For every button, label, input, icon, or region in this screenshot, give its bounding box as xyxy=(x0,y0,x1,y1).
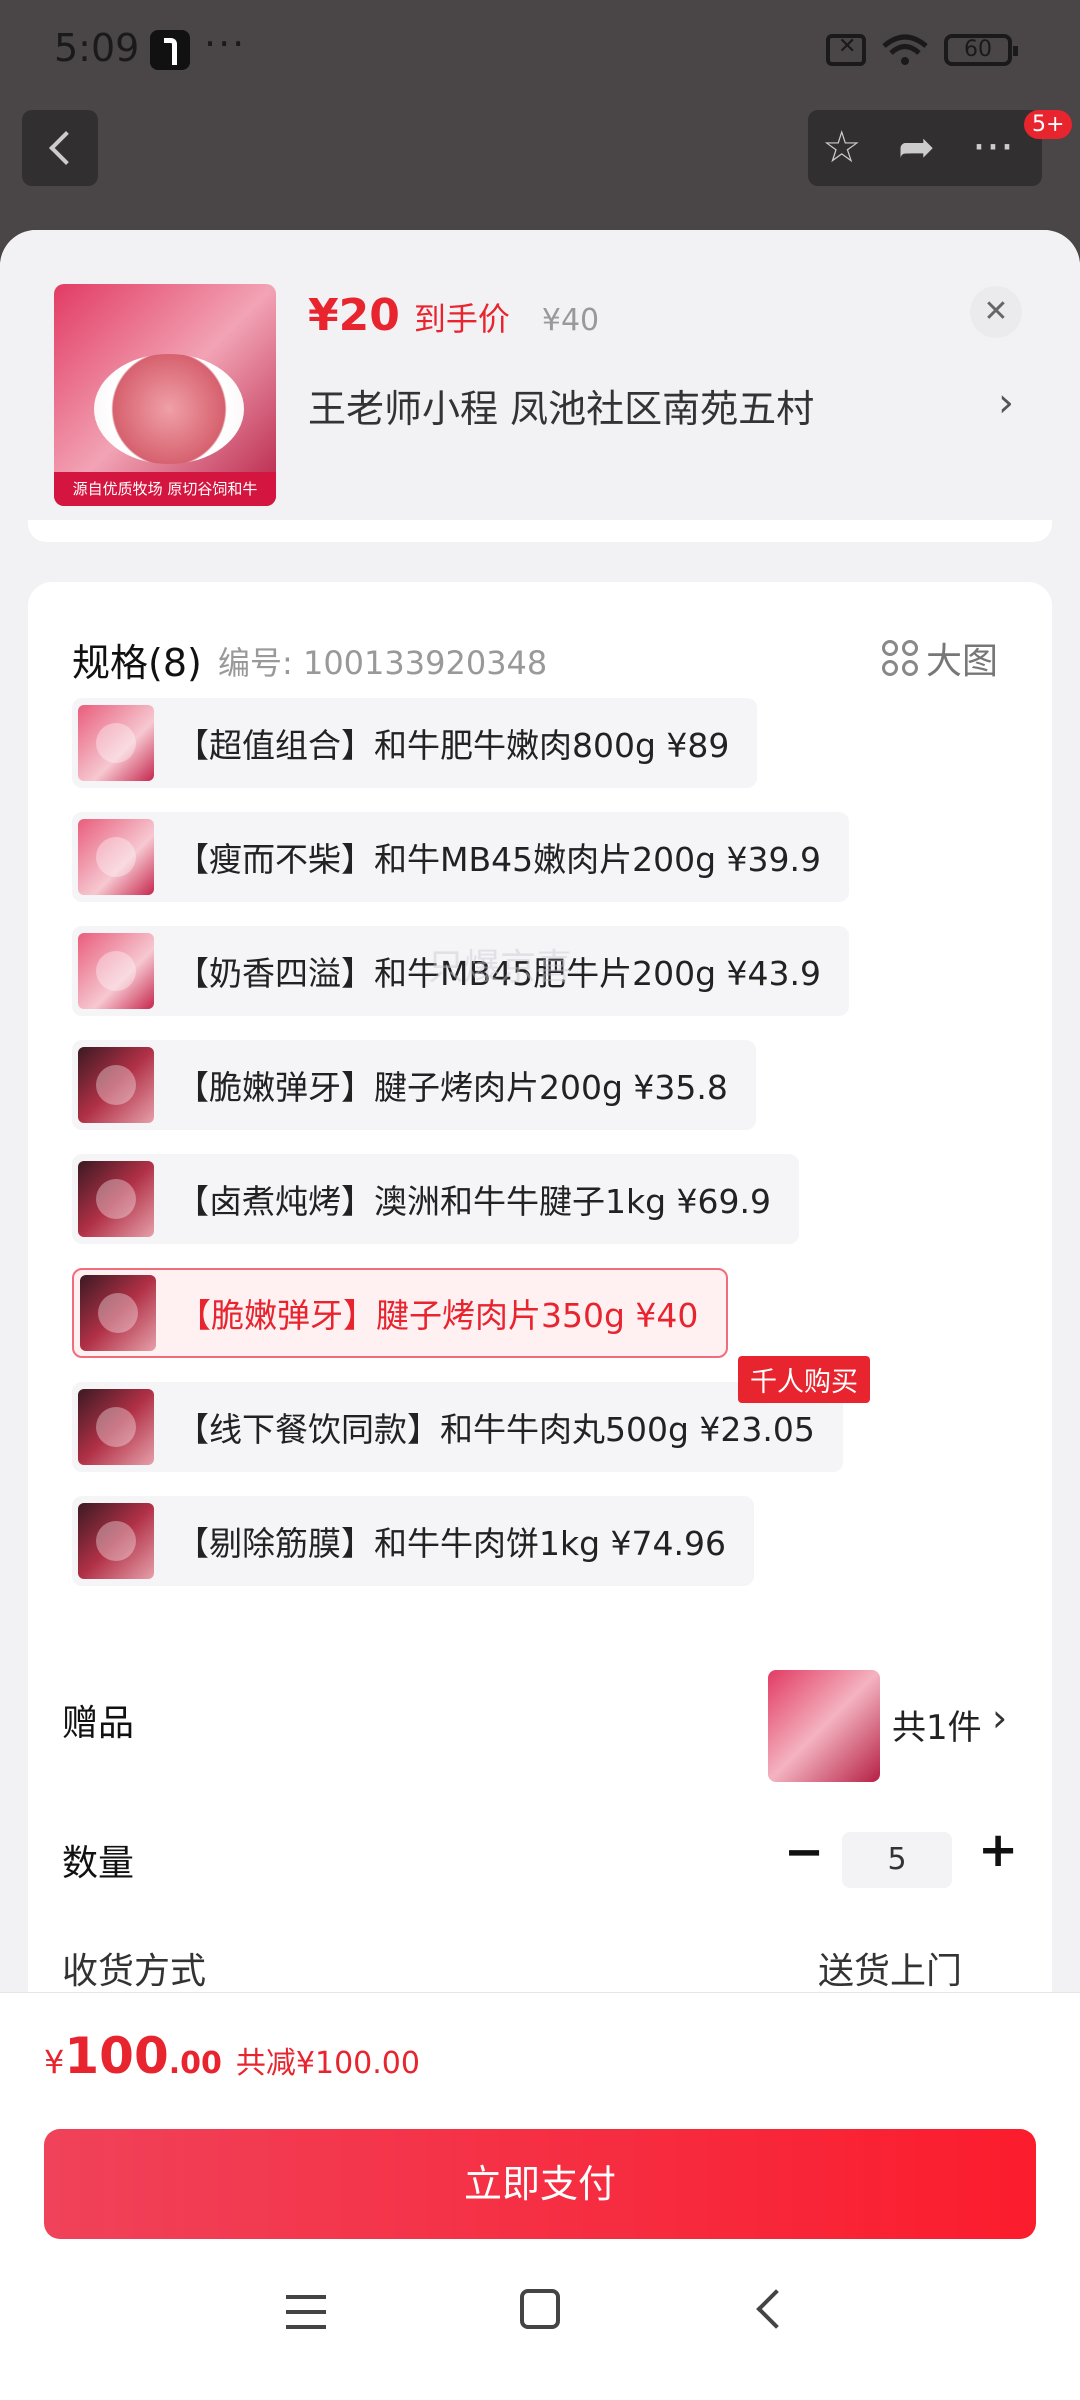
final-price-label: 到手价 xyxy=(413,300,510,338)
hot-badge: 千人购买 xyxy=(738,1356,870,1403)
pay-now-button[interactable]: 立即支付 xyxy=(44,2129,1036,2239)
menu-icon[interactable] xyxy=(286,2295,326,2329)
wifi-icon xyxy=(882,34,928,65)
checkout-bar: ¥ 100 .00 共减¥100.00 立即支付 xyxy=(0,1992,1080,2400)
share-icon[interactable]: ➦ xyxy=(898,124,935,172)
more-icon[interactable]: ··· xyxy=(972,124,1014,172)
spec-option[interactable]: 【线下餐饮同款】和牛牛肉丸500g ¥23.05 xyxy=(72,1382,843,1472)
option-thumbnail xyxy=(78,1161,154,1237)
spec-option[interactable]: 【剔除筋膜】和牛牛肉饼1kg ¥74.96 xyxy=(72,1496,755,1586)
total-currency: ¥ xyxy=(44,2043,65,2081)
chevron-right-icon[interactable]: › xyxy=(998,380,1014,426)
spec-option[interactable]: 【瘦而不柴】和牛MB45嫩肉片200g ¥39.9 xyxy=(72,812,849,902)
big-image-toggle[interactable]: 大图 xyxy=(882,632,998,684)
status-bar: 5:09 ··· 60 xyxy=(0,0,1080,100)
spec-heading: 规格(8) xyxy=(72,641,202,685)
total-discount: 共减¥100.00 xyxy=(235,2046,420,2081)
favorite-star-icon[interactable]: ☆ xyxy=(822,124,861,172)
back-icon[interactable] xyxy=(756,2289,796,2329)
big-image-label: 大图 xyxy=(926,641,999,682)
total-decimals: .00 xyxy=(168,2046,222,2081)
quantity-plus-button[interactable]: + xyxy=(978,1822,1018,1878)
quantity-label: 数量 xyxy=(62,1843,135,1884)
sku-sheet: 源自优质牧场 原切谷饲和牛 ¥20 到手价 ¥40 王老师小程 凤池社区南苑五村… xyxy=(0,230,1080,2400)
back-button[interactable] xyxy=(22,110,98,186)
delivery-value[interactable]: 送货上门 xyxy=(818,1942,962,1994)
status-time: 5:09 xyxy=(54,26,140,70)
gift-count[interactable]: 共1件 xyxy=(892,1700,982,1749)
no-sim-icon xyxy=(826,34,866,66)
option-thumbnail xyxy=(80,1275,156,1351)
option-thumbnail xyxy=(78,705,154,781)
total-price: ¥ 100 .00 共减¥100.00 xyxy=(44,2027,420,2085)
quantity-value[interactable]: 5 xyxy=(842,1832,952,1888)
price-row: ¥20 到手价 ¥40 xyxy=(308,290,599,341)
top-actions: ☆ ➦ ··· xyxy=(808,110,1042,186)
option-label: 【瘦而不柴】和牛MB45嫩肉片200g ¥39.9 xyxy=(176,840,821,879)
delivery-label: 收货方式 xyxy=(62,1951,207,1992)
selected-sku-card: 源自优质牧场 原切谷饲和牛 ¥20 到手价 ¥40 王老师小程 凤池社区南苑五村… xyxy=(0,230,1080,550)
battery-icon: 60 xyxy=(944,34,1018,66)
option-label: 【剔除筋膜】和牛牛肉饼1kg ¥74.96 xyxy=(176,1524,727,1563)
option-label: 【脆嫩弹牙】腱子烤肉片200g ¥35.8 xyxy=(176,1068,728,1107)
seller-address[interactable]: 王老师小程 凤池社区南苑五村 xyxy=(308,378,814,433)
option-thumbnail xyxy=(78,1389,154,1465)
spec-option[interactable]: 【卤煮炖烤】澳洲和牛牛腱子1kg ¥69.9 xyxy=(72,1154,800,1244)
gift-label: 赠品 xyxy=(62,1703,135,1744)
spec-option[interactable]: 【超值组合】和牛肥牛嫩肉800g ¥89 xyxy=(72,698,758,788)
thumbnail-caption: 源自优质牧场 原切谷饲和牛 xyxy=(54,472,276,506)
more-notifications-icon: ··· xyxy=(204,22,247,66)
spec-option[interactable]: 【脆嫩弹牙】腱子烤肉片200g ¥35.8 xyxy=(72,1040,756,1130)
option-label: 【脆嫩弹牙】腱子烤肉片350g ¥40 xyxy=(178,1296,699,1335)
product-code: 编号: 100133920348 xyxy=(218,644,548,682)
system-nav-bar xyxy=(0,2263,1080,2373)
original-price: ¥40 xyxy=(541,303,600,338)
close-button[interactable]: ✕ xyxy=(970,286,1022,338)
option-thumbnail xyxy=(78,1047,154,1123)
total-amount: 100 xyxy=(64,2027,169,2085)
notification-badge: 5+ xyxy=(1024,110,1073,139)
option-thumbnail xyxy=(78,819,154,895)
final-price: ¥20 xyxy=(308,290,400,341)
watermark: 只爆京喜 xyxy=(428,947,573,988)
gift-thumbnail[interactable] xyxy=(768,1670,880,1782)
home-icon[interactable] xyxy=(520,2289,560,2329)
product-thumbnail[interactable]: 源自优质牧场 原切谷饲和牛 xyxy=(54,284,276,506)
grid-view-icon xyxy=(882,640,918,676)
option-label: 【卤煮炖烤】澳洲和牛牛腱子1kg ¥69.9 xyxy=(176,1182,772,1221)
option-thumbnail xyxy=(78,1503,154,1579)
spec-option-selected[interactable]: 【脆嫩弹牙】腱子烤肉片350g ¥40 xyxy=(72,1268,729,1358)
option-label: 【线下餐饮同款】和牛牛肉丸500g ¥23.05 xyxy=(176,1410,815,1449)
tiktok-icon xyxy=(150,30,190,70)
option-thumbnail xyxy=(78,933,154,1009)
divider xyxy=(28,520,1052,542)
option-label: 【超值组合】和牛肥牛嫩肉800g ¥89 xyxy=(176,726,730,765)
chevron-right-icon[interactable]: › xyxy=(992,1696,1007,1740)
quantity-minus-button[interactable]: − xyxy=(784,1824,824,1880)
